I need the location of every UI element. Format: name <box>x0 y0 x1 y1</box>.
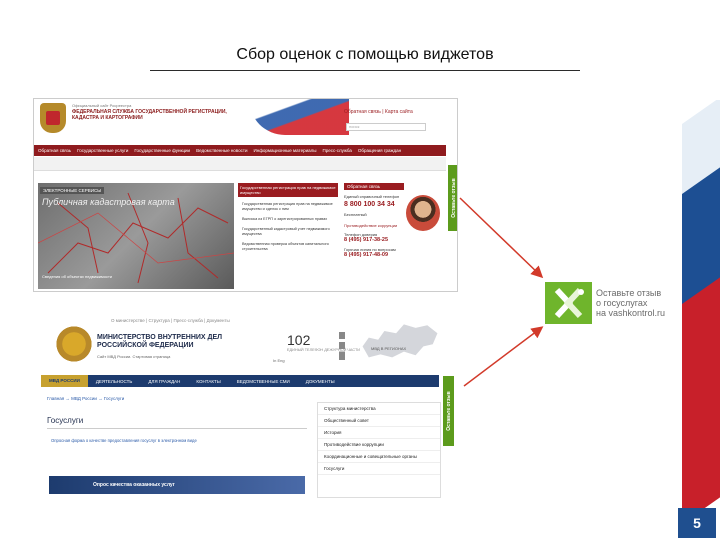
arrow-bottom <box>463 326 544 387</box>
slide: Сбор оценок с помощью виджетов Официальн… <box>0 0 720 540</box>
vashkontrol-line3: на vashkontrol.ru <box>596 308 666 318</box>
checkmark-x-icon <box>554 287 584 319</box>
page-number: 5 <box>678 508 716 538</box>
vashkontrol-logo <box>545 282 592 324</box>
ribbon-red <box>682 275 720 520</box>
vashkontrol-line1: Оставьте отзыв <box>596 288 662 298</box>
arrow-top <box>459 197 544 279</box>
arrows <box>459 197 544 387</box>
vashkontrol-text: Оставьте отзыв о госуслугах на vashkontr… <box>596 288 686 318</box>
vashkontrol-line2: о госуслугах <box>596 298 648 308</box>
tricolor-ribbon <box>682 100 720 520</box>
